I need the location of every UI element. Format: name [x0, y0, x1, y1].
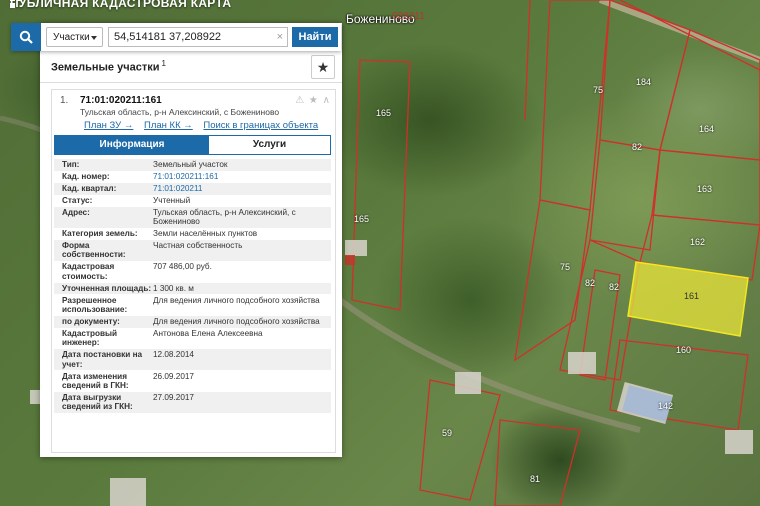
info-row-value: 26.09.2017	[153, 371, 194, 381]
clear-icon[interactable]: ×	[277, 28, 283, 46]
info-row-value: 1 300 кв. м	[153, 283, 194, 293]
parcel-label[interactable]: 184	[636, 77, 651, 87]
info-row: Кадастровый инженер: Антонова Елена Алекс…	[54, 328, 331, 349]
info-row-value: 27.09.2017	[153, 392, 194, 402]
card-cad-number[interactable]: 71:01:020211:161	[80, 95, 162, 106]
chevron-down-icon	[91, 36, 97, 40]
info-row-key: Статус:	[62, 195, 93, 205]
info-row-value: Частная собственность	[153, 240, 243, 250]
find-button[interactable]: Найти	[292, 27, 338, 47]
card-index: 1.	[60, 95, 69, 106]
parcel-label[interactable]: 162	[690, 237, 705, 247]
info-row: Уточненная площадь: 1 300 кв. м	[54, 282, 331, 295]
info-row: Кад. номер: 71:01:020211:161	[54, 171, 331, 183]
info-row-key: Кадастровая стоимость:	[62, 262, 115, 281]
parcel-label[interactable]: 163	[697, 184, 712, 194]
search-bar: Участки 54,514181 37,208922 × Найти	[11, 23, 341, 51]
plan-zu-link[interactable]: План ЗУ →	[84, 120, 133, 131]
info-row-key: Кад. квартал:	[62, 183, 117, 193]
parcel-label[interactable]: 75	[560, 262, 570, 272]
card-address: Тульская область, р-н Алексинский, с Бож…	[80, 107, 280, 117]
info-row-key: Кад. номер:	[62, 172, 110, 182]
parcel-label[interactable]: 142	[658, 401, 673, 411]
info-row-value: Для ведения личного подсобного хозяйства	[153, 295, 320, 305]
info-row: Адрес: Тульская область, р-н Алексинский,…	[54, 206, 331, 228]
info-row-value: Тульская область, р-н Алексинский, с Бож…	[153, 207, 296, 227]
star-icon: ★	[316, 58, 330, 75]
plan-kk-link[interactable]: План КК →	[144, 120, 193, 131]
info-row-value: Учтенный	[153, 195, 191, 205]
info-row-key: Категория земель:	[62, 229, 138, 239]
info-table: Тип: Земельный участок Кад. номер: 71:01:02…	[54, 159, 331, 414]
tab-services[interactable]: Услуги	[209, 136, 330, 154]
parcel-label[interactable]: 165	[376, 108, 391, 118]
parcel-label[interactable]: 164	[699, 124, 714, 134]
info-row-value: 707 486,00 руб.	[153, 262, 212, 272]
info-row: Разрешенное использование: Для ведения ли…	[54, 294, 331, 315]
info-row: Категория земель: Земли населённых пункто…	[54, 228, 331, 240]
info-row: Форма собственности: Частная собственност…	[54, 239, 331, 262]
info-row: Статус: Учтенный	[54, 195, 331, 207]
info-row-value: 12.08.2014	[153, 350, 194, 360]
village-code-label: 020211	[392, 11, 425, 22]
search-icon	[19, 30, 33, 44]
panel-divider	[40, 82, 342, 83]
info-row-value: Для ведения личного подсобного хозяйства	[153, 316, 320, 326]
result-count: 1	[161, 59, 166, 68]
card-action-icons[interactable]: ⚠ ★ ∧	[295, 95, 331, 106]
info-row: Тип: Земельный участок	[54, 159, 331, 171]
info-row-value: Земельный участок	[153, 160, 228, 170]
info-row-key: Уточненная площадь:	[62, 283, 152, 293]
info-row-key: Кадастровый инженер:	[62, 328, 118, 348]
selected-parcel-label[interactable]: 161	[684, 291, 699, 301]
info-row: Кадастровая стоимость: 707 486,00 руб.	[54, 261, 331, 282]
favorites-button[interactable]: ★	[311, 55, 335, 79]
info-row-key: Адрес:	[62, 207, 90, 217]
info-row-key: Дата изменения сведений в ГКН:	[62, 371, 129, 391]
info-row-key: Дата выгрузки сведений из ГКН:	[62, 392, 133, 412]
info-row-key: Разрешенное использование:	[62, 295, 128, 315]
info-row: Дата выгрузки сведений из ГКН: 27.09.2017	[54, 391, 331, 414]
parcel-label[interactable]: 81	[530, 474, 540, 484]
parcel-label[interactable]: 75	[593, 85, 603, 95]
panel-title: Земельные участки 1	[51, 59, 166, 74]
card-tabs: Информация Услуги	[54, 135, 331, 155]
info-row: Дата постановки на учет: 12.08.2014	[54, 349, 331, 371]
info-row-value: Земли населённых пунктов	[153, 229, 258, 239]
info-panel: Земельные участки 1 ★ 1. 71:01:020211:161…	[40, 23, 342, 457]
parcel-label[interactable]: 82	[585, 278, 595, 288]
info-row-key: Тип:	[62, 160, 80, 170]
parcel-label[interactable]: 165	[354, 214, 369, 224]
info-row-value[interactable]: 71:01:020211	[153, 184, 331, 194]
search-input[interactable]: 54,514181 37,208922 ×	[108, 27, 288, 47]
parcel-label[interactable]: 82	[632, 142, 642, 152]
app-title: ПУБЛИЧНАЯ КАДАСТРОВАЯ КАРТА	[10, 0, 231, 10]
search-category-value: Участки	[53, 32, 90, 43]
info-row: Кад. квартал: 71:01:020211	[54, 182, 331, 195]
info-row-key: Форма собственности:	[62, 240, 126, 260]
app-title-text: ПУБЛИЧНАЯ КАДАСТРОВАЯ КАРТА	[10, 0, 232, 10]
panel-title-text: Земельные участки	[51, 61, 160, 74]
info-row-value[interactable]: 71:01:020211:161	[153, 172, 331, 182]
parcel-label[interactable]: 160	[676, 345, 691, 355]
info-row-value: Антонова Елена Алексеевна	[153, 328, 263, 338]
search-icon-button[interactable]	[11, 23, 41, 51]
tab-info[interactable]: Информация	[55, 136, 209, 154]
parcel-label[interactable]: 59	[442, 428, 452, 438]
parcel-label[interactable]: 82	[609, 282, 619, 292]
app-logo-icon	[10, 0, 22, 8]
info-row-key: Дата постановки на учет:	[62, 350, 143, 369]
search-category-select[interactable]: Участки	[46, 27, 103, 47]
parcel-card: 1. 71:01:020211:161 Тульская область, р-…	[51, 89, 336, 453]
info-row-key: по документу:	[62, 316, 120, 326]
search-query: 54,514181 37,208922	[114, 31, 222, 43]
info-row: по документу: Для ведения личного подсобн…	[54, 315, 331, 328]
info-row: Дата изменения сведений в ГКН: 26.09.2017	[54, 370, 331, 391]
